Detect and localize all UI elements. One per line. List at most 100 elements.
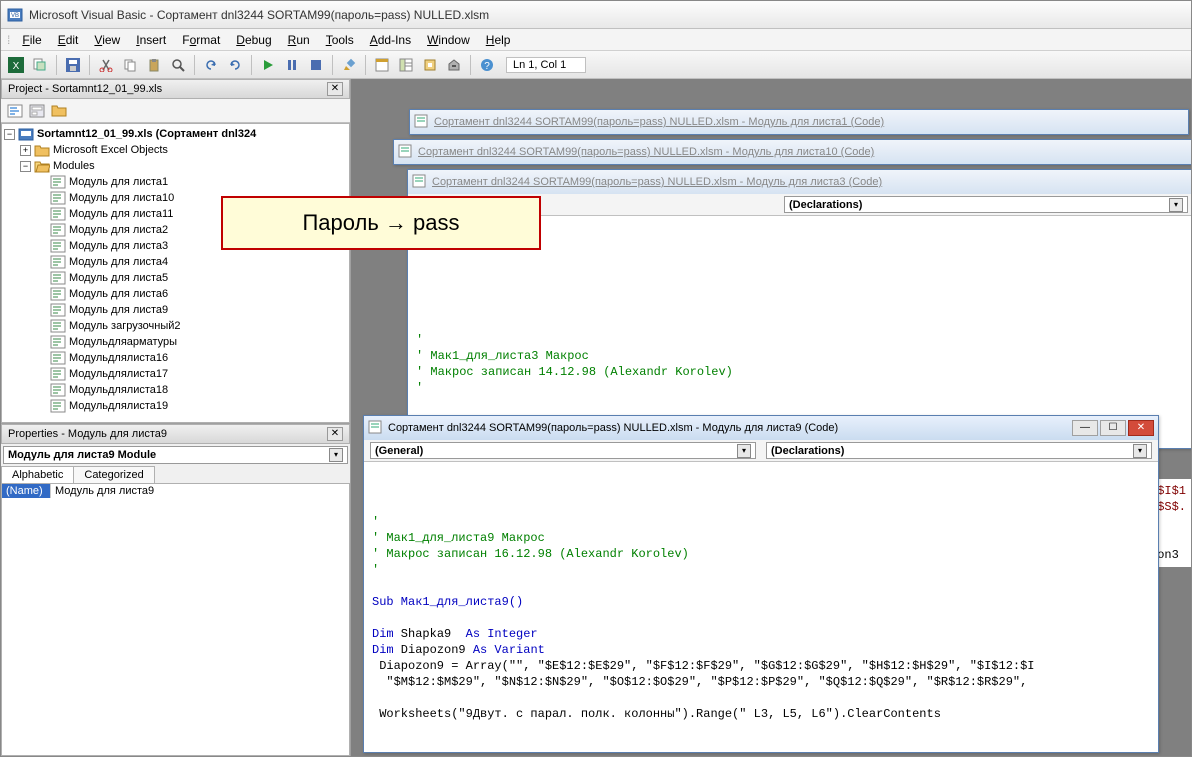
tree-module-item[interactable]: Модуль для листа9 bbox=[4, 302, 347, 318]
cut-icon[interactable] bbox=[95, 54, 117, 76]
menu-tools[interactable]: Tools bbox=[318, 31, 362, 49]
run-icon[interactable] bbox=[257, 54, 279, 76]
code-window-title[interactable]: Сортамент dnl3244 SORTAM99(пароль=pass) … bbox=[408, 170, 1191, 194]
code-body[interactable]: ' ' Мак1_для_листа3 Макрос ' Макрос запи… bbox=[408, 216, 1191, 448]
menu-addins[interactable]: Add-Ins bbox=[362, 31, 419, 49]
dropdown-icon[interactable]: ▾ bbox=[737, 444, 751, 458]
object-browser-icon[interactable] bbox=[419, 54, 441, 76]
tree-module-item[interactable]: Модуль загрузочный2 bbox=[4, 318, 347, 334]
code-window-title[interactable]: Сортамент dnl3244 SORTAM99(пароль=pass) … bbox=[410, 110, 1188, 134]
code-window-bg2[interactable]: Сортамент dnl3244 SORTAM99(пароль=pass) … bbox=[393, 139, 1191, 165]
minimize-icon[interactable]: — bbox=[1072, 420, 1098, 436]
property-value[interactable]: Модуль для листа9 bbox=[50, 484, 349, 498]
code-window-title[interactable]: Сортамент dnl3244 SORTAM99(пароль=pass) … bbox=[364, 416, 1158, 440]
general-combo[interactable]: (General) ▾ bbox=[370, 442, 756, 459]
menu-view[interactable]: View bbox=[86, 31, 128, 49]
paste-icon[interactable] bbox=[143, 54, 165, 76]
tab-alphabetic[interactable]: Alphabetic bbox=[1, 466, 74, 483]
tree-module-item[interactable]: Модульдлялиста16 bbox=[4, 350, 347, 366]
find-icon[interactable] bbox=[167, 54, 189, 76]
collapse-icon[interactable]: − bbox=[4, 129, 15, 140]
stop-icon[interactable] bbox=[305, 54, 327, 76]
active-title-text: Сортамент dnl3244 SORTAM99(пароль=pass) … bbox=[388, 422, 838, 434]
view-object-icon[interactable] bbox=[27, 101, 47, 121]
module-label: Модуль для листа1 bbox=[69, 176, 168, 188]
save-icon[interactable] bbox=[62, 54, 84, 76]
excel-icon[interactable]: X bbox=[5, 54, 27, 76]
menu-window[interactable]: Window bbox=[419, 31, 478, 49]
project-explorer-icon[interactable] bbox=[371, 54, 393, 76]
menu-run[interactable]: Run bbox=[280, 31, 318, 49]
left-panels: Project - Sortamnt12_01_99.xls ✕ − Sorta… bbox=[1, 79, 351, 756]
menu-file[interactable]: File bbox=[14, 31, 49, 49]
insert-dropdown[interactable] bbox=[29, 54, 51, 76]
close-icon[interactable]: ✕ bbox=[1128, 420, 1154, 436]
design-mode-icon[interactable] bbox=[338, 54, 360, 76]
properties-object-selector[interactable]: Модуль для листа9 Module ▾ bbox=[3, 446, 348, 464]
properties-panel-title: Properties - Модуль для листа9 ✕ bbox=[1, 424, 350, 444]
dropdown-icon[interactable]: ▾ bbox=[329, 448, 343, 462]
properties-panel-close-icon[interactable]: ✕ bbox=[327, 427, 343, 441]
annotation-callout: Пароль → pass bbox=[221, 196, 541, 250]
callout-text: Пароль → pass bbox=[302, 210, 459, 236]
dropdown-icon[interactable]: ▾ bbox=[1169, 198, 1183, 212]
tree-module-item[interactable]: Модульдляарматуры bbox=[4, 334, 347, 350]
properties-grid[interactable]: (Name) Модуль для листа9 bbox=[1, 483, 350, 756]
menu-help[interactable]: Help bbox=[478, 31, 519, 49]
declarations-combo[interactable]: (Declarations) ▾ bbox=[784, 196, 1188, 213]
code-window-active[interactable]: Сортамент dnl3244 SORTAM99(пароль=pass) … bbox=[363, 415, 1159, 753]
module-label: Модульдлялиста19 bbox=[69, 400, 168, 412]
module-icon bbox=[50, 367, 66, 381]
declarations-combo[interactable]: (Declarations) ▾ bbox=[766, 442, 1152, 459]
code-body[interactable]: ' ' Мак1_для_листа9 Макрос ' Макрос запи… bbox=[364, 462, 1158, 752]
properties-tabs: Alphabetic Categorized bbox=[1, 466, 350, 483]
mdi-area: Сортамент dnl3244 SORTAM99(пароль=pass) … bbox=[351, 79, 1191, 756]
menu-insert[interactable]: Insert bbox=[128, 31, 174, 49]
module-icon bbox=[50, 319, 66, 333]
app-icon: VB bbox=[7, 7, 23, 23]
main-area: Project - Sortamnt12_01_99.xls ✕ − Sorta… bbox=[1, 79, 1191, 756]
tree-module-item[interactable]: Модуль для листа4 bbox=[4, 254, 347, 270]
tree-excel-objects[interactable]: + Microsoft Excel Objects bbox=[4, 142, 347, 158]
project-tree[interactable]: − Sortamnt12_01_99.xls (Сортамент dnl324… bbox=[1, 123, 350, 423]
collapse-icon[interactable]: − bbox=[20, 161, 31, 172]
tree-root[interactable]: − Sortamnt12_01_99.xls (Сортамент dnl324 bbox=[4, 126, 347, 142]
menu-edit[interactable]: Edit bbox=[50, 31, 87, 49]
redo-icon[interactable] bbox=[224, 54, 246, 76]
decl-text: (Declarations) bbox=[771, 445, 844, 457]
menu-debug[interactable]: Debug bbox=[228, 31, 279, 49]
code-window-title[interactable]: Сортамент dnl3244 SORTAM99(пароль=pass) … bbox=[394, 140, 1191, 164]
undo-icon[interactable] bbox=[200, 54, 222, 76]
folder-icon bbox=[34, 143, 50, 157]
property-row[interactable]: (Name) Модуль для листа9 bbox=[2, 484, 349, 498]
bg1-title-text: Сортамент dnl3244 SORTAM99(пароль=pass) … bbox=[434, 116, 884, 128]
help-icon[interactable]: ? bbox=[476, 54, 498, 76]
tree-module-item[interactable]: Модуль для листа6 bbox=[4, 286, 347, 302]
pause-icon[interactable] bbox=[281, 54, 303, 76]
tree-module-item[interactable]: Модульдлялиста17 bbox=[4, 366, 347, 382]
maximize-icon[interactable]: ☐ bbox=[1100, 420, 1126, 436]
tree-module-item[interactable]: Модульдлялиста19 bbox=[4, 398, 347, 414]
code-window-bg1[interactable]: Сортамент dnl3244 SORTAM99(пароль=pass) … bbox=[409, 109, 1189, 135]
copy-icon[interactable] bbox=[119, 54, 141, 76]
tree-module-item[interactable]: Модуль для листа5 bbox=[4, 270, 347, 286]
tree-root-label: Sortamnt12_01_99.xls (Сортамент dnl324 bbox=[37, 128, 256, 140]
code-line: Worksheets("9Двут. с парал. полк. колонн… bbox=[372, 707, 941, 721]
tree-modules-folder[interactable]: − Modules bbox=[4, 158, 347, 174]
view-code-icon[interactable] bbox=[5, 101, 25, 121]
toolbox-icon[interactable] bbox=[443, 54, 465, 76]
project-panel-close-icon[interactable]: ✕ bbox=[327, 82, 343, 96]
dropdown-icon[interactable]: ▾ bbox=[1133, 444, 1147, 458]
bg2-title-text: Сортамент dnl3244 SORTAM99(пароль=pass) … bbox=[418, 146, 874, 158]
tree-module-item[interactable]: Модуль для листа1 bbox=[4, 174, 347, 190]
module-label: Модуль для листа3 bbox=[69, 240, 168, 252]
properties-panel: Properties - Модуль для листа9 ✕ Модуль … bbox=[1, 423, 350, 756]
vbaproject-icon bbox=[18, 127, 34, 141]
tree-module-item[interactable]: Модульдлялиста18 bbox=[4, 382, 347, 398]
properties-icon[interactable] bbox=[395, 54, 417, 76]
expand-icon[interactable]: + bbox=[20, 145, 31, 156]
module-icon bbox=[50, 303, 66, 317]
menu-format[interactable]: Format bbox=[174, 31, 228, 49]
tab-categorized[interactable]: Categorized bbox=[73, 466, 154, 483]
toggle-folders-icon[interactable] bbox=[49, 101, 69, 121]
